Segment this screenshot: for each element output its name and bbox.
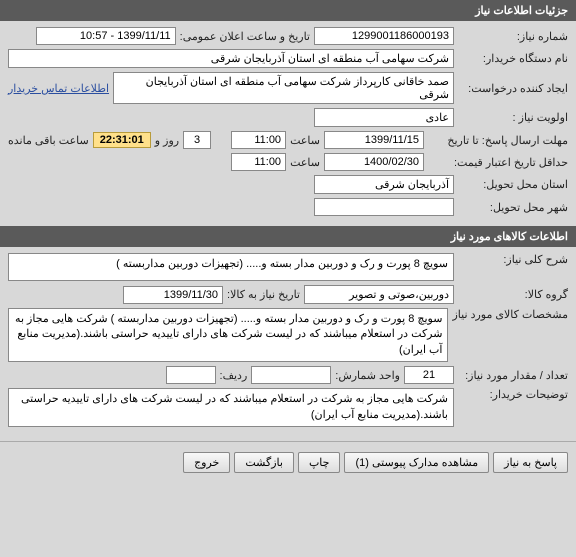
goods-date-value: 1399/11/30 <box>123 286 223 304</box>
deadline-time-value: 11:00 <box>231 131 286 149</box>
requester-label: ایجاد کننده درخواست: <box>458 82 568 95</box>
button-bar: پاسخ به نیاز مشاهده مدارک پیوستی (1) چاپ… <box>0 446 576 479</box>
goods-info-panel: شرح کلی نیاز: سویچ 8 پورت و رک و دوربین … <box>0 247 576 437</box>
buyer-contact-link[interactable]: اطلاعات تماس خریدار <box>8 82 109 95</box>
goods-desc-label: شرح کلی نیاز: <box>458 253 568 266</box>
goods-spec-label: مشخصات کالای مورد نیاز <box>452 308 568 321</box>
validity-label: حداقل تاریخ اعتبار قیمت: <box>428 156 568 169</box>
announce-value: 1399/11/11 - 10:57 <box>36 27 176 45</box>
print-button[interactable]: چاپ <box>298 452 341 473</box>
city-label: شهر محل تحویل: <box>458 201 568 214</box>
qty-value: 21 <box>404 366 454 384</box>
days-left-suffix: روز و <box>155 134 179 147</box>
deadline-label: مهلت ارسال پاسخ: تا تاریخ <box>428 134 568 147</box>
province-label: استان محل تحویل: <box>458 178 568 191</box>
goods-date-label: تاریخ نیاز به کالا: <box>227 288 300 301</box>
need-info-panel: شماره نیاز: 1299001186000193 تاریخ و ساع… <box>0 21 576 226</box>
goods-desc-value: سویچ 8 پورت و رک و دوربین مدار بسته و...… <box>8 253 454 281</box>
exit-button[interactable]: خروج <box>183 452 230 473</box>
deadline-date-value: 1399/11/15 <box>324 131 424 149</box>
city-value <box>314 198 454 216</box>
validity-time-value: 11:00 <box>231 153 286 171</box>
row-num-value <box>166 366 216 384</box>
buyer-org-label: نام دستگاه خریدار: <box>458 52 568 65</box>
buyer-org-value: شرکت سهامی آب منطقه ای استان آذربایجان ش… <box>8 49 454 68</box>
deadline-time-label: ساعت <box>290 134 320 147</box>
countdown-suffix: ساعت باقی مانده <box>8 134 89 147</box>
attachments-button[interactable]: مشاهده مدارک پیوستی (1) <box>344 452 489 473</box>
respond-button[interactable]: پاسخ به نیاز <box>493 452 568 473</box>
row-num-label: ردیف: <box>220 369 248 382</box>
need-number-label: شماره نیاز: <box>458 30 568 43</box>
days-left-value: 3 <box>183 131 211 149</box>
goods-group-value: دوربین،صوتی و تصویر <box>304 285 454 304</box>
buyer-notes-value: شرکت هایی مجاز به شرکت در استعلام میباشن… <box>8 388 454 427</box>
goods-group-label: گروه کالا: <box>458 288 568 301</box>
unit-value <box>251 366 331 384</box>
goods-info-header: اطلاعات کالاهای مورد نیاز <box>0 226 576 247</box>
priority-label: اولویت نیاز : <box>458 111 568 124</box>
requester-value: صمد خاقانی کارپرداز شرکت سهامی آب منطقه … <box>113 72 454 104</box>
divider <box>0 441 576 442</box>
validity-date-value: 1400/02/30 <box>324 153 424 171</box>
goods-spec-value: سویچ 8 پورت و رک و دوربین مدار بسته و...… <box>8 308 448 362</box>
buyer-notes-label: توضیحات خریدار: <box>458 388 568 401</box>
qty-label: تعداد / مقدار مورد نیاز: <box>458 369 568 382</box>
back-button[interactable]: بازگشت <box>234 452 294 473</box>
unit-label: واحد شمارش: <box>335 369 400 382</box>
province-value: آذربایجان شرقی <box>314 175 454 194</box>
announce-label: تاریخ و ساعت اعلان عمومی: <box>180 30 310 43</box>
countdown-timer: 22:31:01 <box>93 132 151 148</box>
priority-value: عادی <box>314 108 454 127</box>
need-info-header: جزئیات اطلاعات نیاز <box>0 0 576 21</box>
validity-time-label: ساعت <box>290 156 320 169</box>
need-number-value: 1299001186000193 <box>314 27 454 45</box>
